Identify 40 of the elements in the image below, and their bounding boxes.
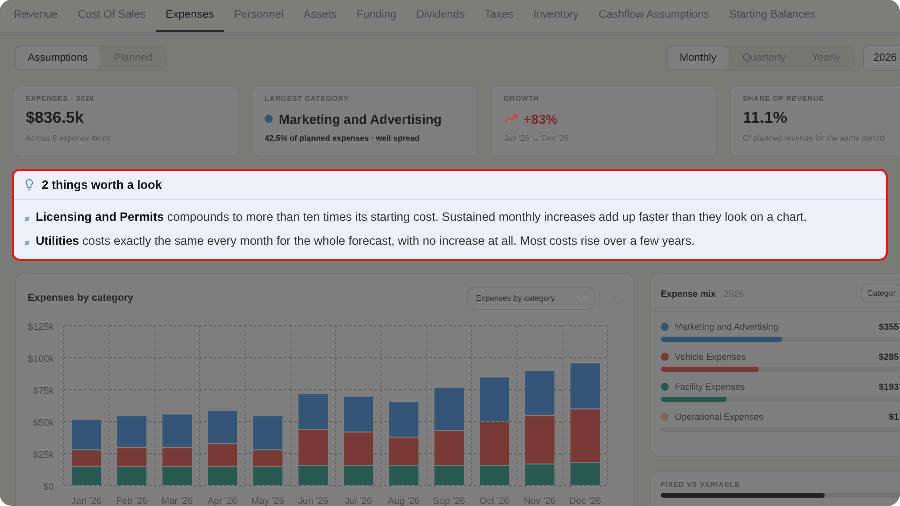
bar-segment — [162, 467, 192, 486]
insight-text: Licensing and Permits compounds to more than ten times its starting cost. Sustained monthly increases add up faster than they look on a chart. — [36, 210, 808, 224]
toggle-option[interactable]: Monthly — [668, 46, 729, 68]
category-name: Facility Expenses — [675, 382, 746, 392]
bar-segment — [389, 402, 419, 437]
toggle-option[interactable]: Assumptions — [16, 46, 100, 68]
card-value: $836.5k — [26, 110, 84, 128]
bar-segment — [72, 467, 102, 486]
card-value: +83% — [524, 112, 558, 126]
bar-segment — [570, 364, 600, 409]
category-amount: $285 — [878, 352, 899, 362]
bar-segment — [253, 467, 283, 486]
category-amount: $193 — [878, 382, 899, 392]
bar-segment — [208, 467, 238, 486]
category-name: Marketing and Advertising — [675, 322, 779, 332]
callout-title: 2 things worth a look — [42, 178, 162, 192]
panel-title: Expense mix — [661, 288, 716, 298]
bar-segment — [344, 396, 374, 432]
chart-select[interactable]: Expenses by category — [467, 287, 595, 310]
card-value: 11.1% — [743, 110, 788, 128]
category-amount: $355 — [878, 322, 899, 332]
insight-text: Utilities costs exactly the same every month for the whole forecast, with no increase at all. Most costs rise over a few years. — [36, 234, 695, 248]
bar-segment — [434, 388, 464, 430]
category-name: Vehicle Expenses — [675, 352, 746, 362]
bullet-icon — [25, 216, 29, 220]
category-amount: $1 — [888, 412, 899, 422]
year-select[interactable]: 2026 — [862, 44, 900, 70]
chart-title: Expenses by category — [28, 293, 134, 304]
card-note: 42.5% of planned expenses · well spread — [265, 134, 421, 143]
bar-segment — [525, 371, 555, 416]
lightbulb-icon — [25, 179, 34, 191]
bar-segment — [298, 394, 328, 430]
bullet-icon — [25, 240, 29, 244]
bar-segment — [480, 378, 510, 422]
trend-up-icon — [504, 114, 518, 124]
tab[interactable]: Expenses — [156, 0, 224, 32]
category-button[interactable]: Categor — [860, 284, 900, 303]
category-name: Operational Expenses — [675, 412, 764, 422]
card-value: Marketing and Advertising — [279, 112, 442, 126]
bar-segment — [117, 467, 147, 486]
